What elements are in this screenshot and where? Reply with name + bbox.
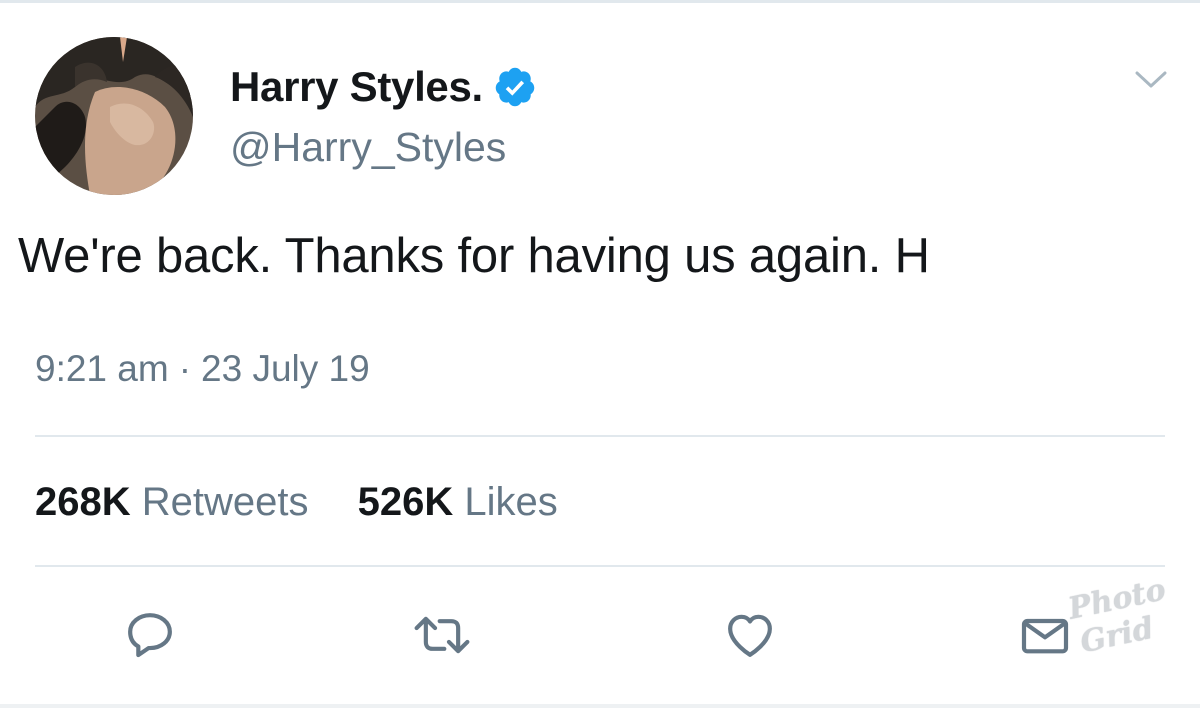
meta-separator: · [178, 348, 192, 389]
top-border [0, 0, 1200, 3]
retweets-count: 268K [35, 480, 131, 524]
heart-icon [728, 614, 772, 657]
avatar-photo [35, 37, 193, 195]
tweet-time: 9:21 am [35, 348, 169, 389]
divider-top [35, 435, 1165, 437]
action-bar [0, 600, 1200, 680]
retweet-button[interactable] [412, 600, 472, 670]
author-handle[interactable]: @Harry_Styles [230, 124, 506, 171]
chevron-down-icon[interactable] [1133, 68, 1169, 92]
author-name-row: Harry Styles. [230, 60, 537, 114]
likes-count: 526K [357, 480, 454, 524]
verified-badge-icon [493, 65, 537, 109]
tweet-timestamp[interactable]: 9:21 am · 23 July 19 [35, 348, 370, 390]
tweet-text: We're back. Thanks for having us again. … [18, 229, 930, 283]
reply-icon [128, 613, 172, 658]
photogrid-watermark: Photo Grid [1062, 572, 1172, 678]
retweets-label: Retweets [141, 480, 309, 524]
tweet-date: 23 July 19 [201, 348, 370, 389]
engagement-stats: 268K Retweets 526K Likes [35, 480, 596, 525]
retweet-icon [414, 616, 470, 654]
divider-bottom [35, 565, 1165, 567]
likes-stat[interactable]: 526K Likes [358, 480, 558, 525]
reply-button[interactable] [120, 600, 180, 670]
author-display-name[interactable]: Harry Styles. [230, 63, 483, 111]
likes-label: Likes [464, 480, 558, 524]
bottom-border [0, 704, 1200, 708]
retweets-stat[interactable]: 268K Retweets [35, 480, 309, 525]
like-button[interactable] [720, 600, 780, 670]
avatar[interactable] [35, 37, 193, 195]
